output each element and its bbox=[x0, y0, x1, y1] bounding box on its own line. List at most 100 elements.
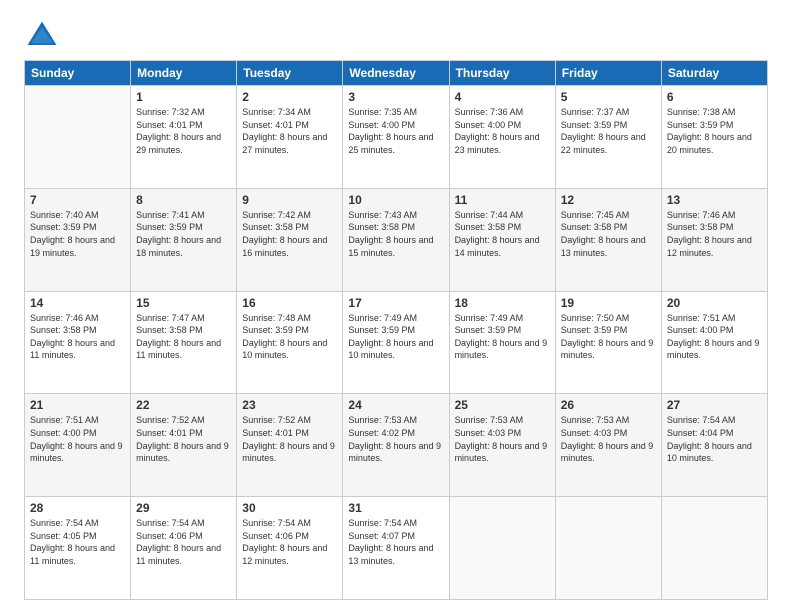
daylight-text: Daylight: 8 hours and 20 minutes. bbox=[667, 131, 762, 156]
day-info: Sunrise: 7:49 AM Sunset: 3:59 PM Dayligh… bbox=[455, 312, 550, 362]
day-number: 30 bbox=[242, 501, 337, 515]
day-number: 23 bbox=[242, 398, 337, 412]
day-number: 19 bbox=[561, 296, 656, 310]
day-info: Sunrise: 7:54 AM Sunset: 4:07 PM Dayligh… bbox=[348, 517, 443, 567]
day-number: 10 bbox=[348, 193, 443, 207]
sunset-text: Sunset: 3:59 PM bbox=[667, 119, 762, 132]
calendar-cell bbox=[661, 497, 767, 600]
daylight-text: Daylight: 8 hours and 11 minutes. bbox=[136, 337, 231, 362]
day-number: 4 bbox=[455, 90, 550, 104]
sunset-text: Sunset: 3:58 PM bbox=[242, 221, 337, 234]
calendar-cell: 11 Sunrise: 7:44 AM Sunset: 3:58 PM Dayl… bbox=[449, 188, 555, 291]
page: SundayMondayTuesdayWednesdayThursdayFrid… bbox=[0, 0, 792, 612]
daylight-text: Daylight: 8 hours and 19 minutes. bbox=[30, 234, 125, 259]
daylight-text: Daylight: 8 hours and 9 minutes. bbox=[348, 440, 443, 465]
calendar-cell: 31 Sunrise: 7:54 AM Sunset: 4:07 PM Dayl… bbox=[343, 497, 449, 600]
calendar-cell: 28 Sunrise: 7:54 AM Sunset: 4:05 PM Dayl… bbox=[25, 497, 131, 600]
day-number: 17 bbox=[348, 296, 443, 310]
sunset-text: Sunset: 3:58 PM bbox=[136, 324, 231, 337]
calendar-cell: 14 Sunrise: 7:46 AM Sunset: 3:58 PM Dayl… bbox=[25, 291, 131, 394]
day-info: Sunrise: 7:48 AM Sunset: 3:59 PM Dayligh… bbox=[242, 312, 337, 362]
daylight-text: Daylight: 8 hours and 9 minutes. bbox=[455, 440, 550, 465]
calendar-cell: 12 Sunrise: 7:45 AM Sunset: 3:58 PM Dayl… bbox=[555, 188, 661, 291]
day-info: Sunrise: 7:51 AM Sunset: 4:00 PM Dayligh… bbox=[667, 312, 762, 362]
sunrise-text: Sunrise: 7:35 AM bbox=[348, 106, 443, 119]
day-number: 20 bbox=[667, 296, 762, 310]
sunset-text: Sunset: 3:58 PM bbox=[455, 221, 550, 234]
daylight-text: Daylight: 8 hours and 9 minutes. bbox=[667, 337, 762, 362]
daylight-text: Daylight: 8 hours and 14 minutes. bbox=[455, 234, 550, 259]
sunset-text: Sunset: 3:59 PM bbox=[455, 324, 550, 337]
day-info: Sunrise: 7:40 AM Sunset: 3:59 PM Dayligh… bbox=[30, 209, 125, 259]
sunset-text: Sunset: 4:00 PM bbox=[667, 324, 762, 337]
day-number: 8 bbox=[136, 193, 231, 207]
daylight-text: Daylight: 8 hours and 13 minutes. bbox=[561, 234, 656, 259]
sunset-text: Sunset: 4:04 PM bbox=[667, 427, 762, 440]
day-number: 3 bbox=[348, 90, 443, 104]
day-info: Sunrise: 7:54 AM Sunset: 4:06 PM Dayligh… bbox=[136, 517, 231, 567]
sunset-text: Sunset: 4:01 PM bbox=[242, 119, 337, 132]
weekday-header-row: SundayMondayTuesdayWednesdayThursdayFrid… bbox=[25, 61, 768, 86]
sunrise-text: Sunrise: 7:54 AM bbox=[30, 517, 125, 530]
sunset-text: Sunset: 3:59 PM bbox=[348, 324, 443, 337]
sunrise-text: Sunrise: 7:40 AM bbox=[30, 209, 125, 222]
weekday-header: Monday bbox=[131, 61, 237, 86]
daylight-text: Daylight: 8 hours and 9 minutes. bbox=[561, 440, 656, 465]
sunrise-text: Sunrise: 7:49 AM bbox=[348, 312, 443, 325]
sunrise-text: Sunrise: 7:42 AM bbox=[242, 209, 337, 222]
day-info: Sunrise: 7:54 AM Sunset: 4:06 PM Dayligh… bbox=[242, 517, 337, 567]
sunrise-text: Sunrise: 7:36 AM bbox=[455, 106, 550, 119]
calendar-cell: 19 Sunrise: 7:50 AM Sunset: 3:59 PM Dayl… bbox=[555, 291, 661, 394]
daylight-text: Daylight: 8 hours and 27 minutes. bbox=[242, 131, 337, 156]
day-number: 24 bbox=[348, 398, 443, 412]
sunrise-text: Sunrise: 7:49 AM bbox=[455, 312, 550, 325]
calendar-cell: 23 Sunrise: 7:52 AM Sunset: 4:01 PM Dayl… bbox=[237, 394, 343, 497]
daylight-text: Daylight: 8 hours and 15 minutes. bbox=[348, 234, 443, 259]
daylight-text: Daylight: 8 hours and 11 minutes. bbox=[136, 542, 231, 567]
logo bbox=[24, 18, 66, 54]
sunrise-text: Sunrise: 7:54 AM bbox=[136, 517, 231, 530]
day-info: Sunrise: 7:43 AM Sunset: 3:58 PM Dayligh… bbox=[348, 209, 443, 259]
day-number: 22 bbox=[136, 398, 231, 412]
day-number: 14 bbox=[30, 296, 125, 310]
calendar-cell: 5 Sunrise: 7:37 AM Sunset: 3:59 PM Dayli… bbox=[555, 86, 661, 189]
sunrise-text: Sunrise: 7:51 AM bbox=[667, 312, 762, 325]
sunset-text: Sunset: 4:00 PM bbox=[455, 119, 550, 132]
sunrise-text: Sunrise: 7:46 AM bbox=[667, 209, 762, 222]
daylight-text: Daylight: 8 hours and 22 minutes. bbox=[561, 131, 656, 156]
daylight-text: Daylight: 8 hours and 9 minutes. bbox=[561, 337, 656, 362]
daylight-text: Daylight: 8 hours and 10 minutes. bbox=[667, 440, 762, 465]
calendar-cell: 2 Sunrise: 7:34 AM Sunset: 4:01 PM Dayli… bbox=[237, 86, 343, 189]
logo-icon bbox=[24, 18, 60, 54]
day-number: 5 bbox=[561, 90, 656, 104]
daylight-text: Daylight: 8 hours and 29 minutes. bbox=[136, 131, 231, 156]
sunset-text: Sunset: 3:58 PM bbox=[667, 221, 762, 234]
calendar-cell: 6 Sunrise: 7:38 AM Sunset: 3:59 PM Dayli… bbox=[661, 86, 767, 189]
calendar-week-row: 7 Sunrise: 7:40 AM Sunset: 3:59 PM Dayli… bbox=[25, 188, 768, 291]
sunrise-text: Sunrise: 7:47 AM bbox=[136, 312, 231, 325]
day-number: 7 bbox=[30, 193, 125, 207]
sunset-text: Sunset: 3:58 PM bbox=[561, 221, 656, 234]
day-info: Sunrise: 7:34 AM Sunset: 4:01 PM Dayligh… bbox=[242, 106, 337, 156]
calendar-cell: 9 Sunrise: 7:42 AM Sunset: 3:58 PM Dayli… bbox=[237, 188, 343, 291]
day-info: Sunrise: 7:53 AM Sunset: 4:02 PM Dayligh… bbox=[348, 414, 443, 464]
day-info: Sunrise: 7:45 AM Sunset: 3:58 PM Dayligh… bbox=[561, 209, 656, 259]
sunset-text: Sunset: 4:06 PM bbox=[136, 530, 231, 543]
sunrise-text: Sunrise: 7:38 AM bbox=[667, 106, 762, 119]
sunset-text: Sunset: 3:58 PM bbox=[30, 324, 125, 337]
day-info: Sunrise: 7:36 AM Sunset: 4:00 PM Dayligh… bbox=[455, 106, 550, 156]
calendar-week-row: 28 Sunrise: 7:54 AM Sunset: 4:05 PM Dayl… bbox=[25, 497, 768, 600]
sunset-text: Sunset: 3:59 PM bbox=[561, 324, 656, 337]
calendar-cell bbox=[25, 86, 131, 189]
day-number: 31 bbox=[348, 501, 443, 515]
day-number: 27 bbox=[667, 398, 762, 412]
calendar-cell: 20 Sunrise: 7:51 AM Sunset: 4:00 PM Dayl… bbox=[661, 291, 767, 394]
sunset-text: Sunset: 4:03 PM bbox=[455, 427, 550, 440]
daylight-text: Daylight: 8 hours and 13 minutes. bbox=[348, 542, 443, 567]
sunrise-text: Sunrise: 7:51 AM bbox=[30, 414, 125, 427]
day-number: 2 bbox=[242, 90, 337, 104]
day-info: Sunrise: 7:53 AM Sunset: 4:03 PM Dayligh… bbox=[455, 414, 550, 464]
sunset-text: Sunset: 4:05 PM bbox=[30, 530, 125, 543]
header bbox=[24, 18, 768, 54]
day-info: Sunrise: 7:32 AM Sunset: 4:01 PM Dayligh… bbox=[136, 106, 231, 156]
